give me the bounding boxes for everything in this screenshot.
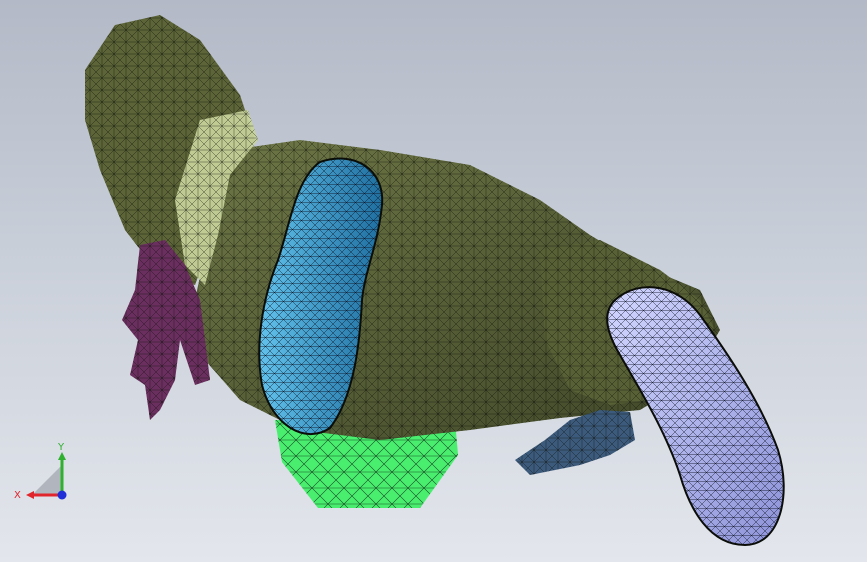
y-axis-label: Y (57, 442, 65, 453)
triad-plane-icon (32, 465, 62, 495)
3d-viewport[interactable] (0, 0, 867, 562)
x-axis-label: X (14, 490, 21, 501)
z-axis-dot-icon (57, 490, 67, 500)
right-foot-sole-part[interactable] (606, 286, 785, 547)
orientation-triad: X Y (14, 442, 67, 501)
